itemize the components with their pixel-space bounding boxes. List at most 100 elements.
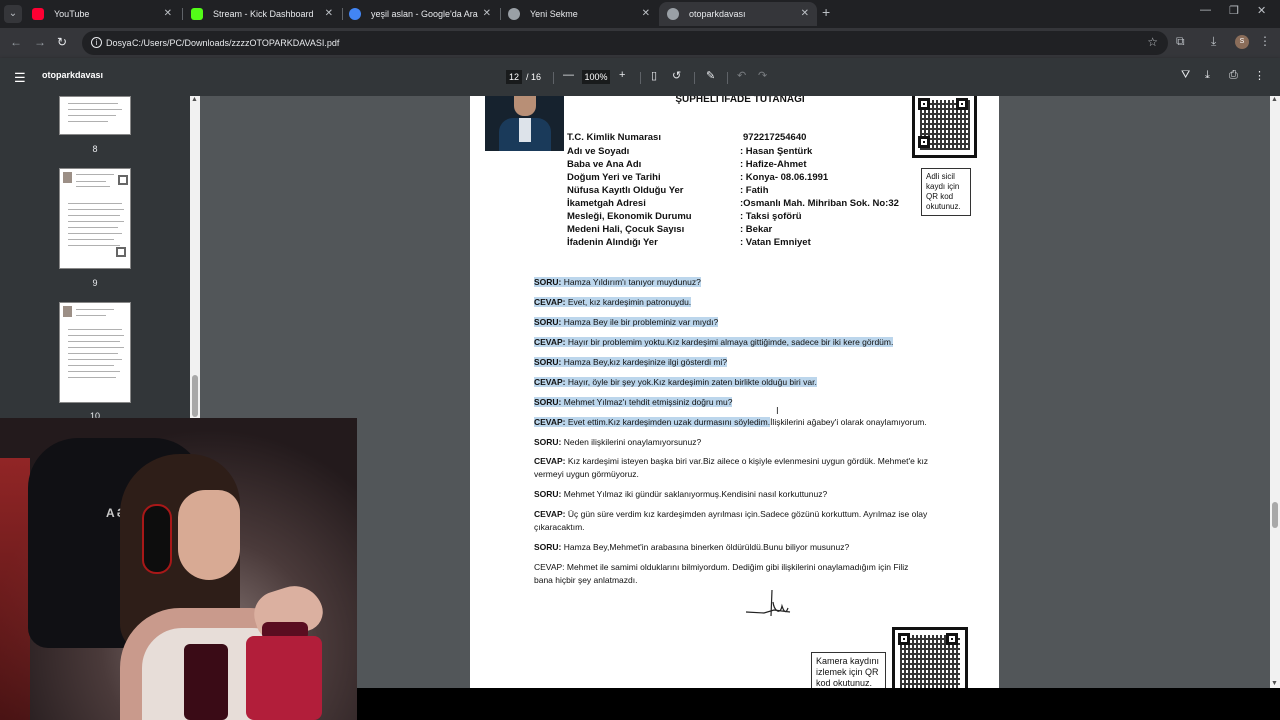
webcam-overlay: VEGA bbox=[0, 418, 357, 720]
qa-text: Hamza Bey,Mehmet'in arabasına binerken ö… bbox=[561, 542, 850, 552]
headphone-icon bbox=[142, 504, 172, 574]
close-icon[interactable]: ✕ bbox=[164, 2, 172, 26]
tab-google[interactable]: yeşil aslan - Google'da Ara ✕ bbox=[341, 2, 499, 26]
minimize-icon[interactable]: — bbox=[1200, 4, 1211, 16]
tab-title: otoparkdavası bbox=[689, 9, 746, 19]
qr-note-line: izlemek için QR bbox=[816, 667, 879, 677]
viewer-scrollbar[interactable] bbox=[1270, 96, 1280, 690]
address-bar[interactable]: i Dosya C:/Users/PC/Downloads/zzzzOTOPAR… bbox=[82, 31, 1168, 55]
site-info-chip[interactable]: i Dosya bbox=[88, 35, 138, 51]
qa-text: Mehmet Yılmaz iki gündür saklanıyormuş.K… bbox=[561, 489, 828, 499]
sidebar-scroll-thumb[interactable] bbox=[192, 375, 198, 417]
qa-tag: SORU: bbox=[534, 357, 562, 367]
thumbnail-page-10[interactable] bbox=[59, 302, 131, 403]
more-options-icon[interactable]: ⋮ bbox=[1254, 69, 1265, 82]
profile-avatar[interactable]: S bbox=[1235, 35, 1249, 49]
sidebar-menu-icon[interactable]: ☰ bbox=[14, 70, 26, 86]
menu-kebab-icon[interactable]: ⋮ bbox=[1259, 34, 1271, 48]
divider bbox=[553, 72, 554, 84]
tab-title: yeşil aslan - Google'da Ara bbox=[371, 9, 478, 19]
qa-text: Üç gün süre verdim kız kardeşimden ayrıl… bbox=[534, 509, 928, 532]
field-row: Adı ve Soyadı: Hasan Şentürk bbox=[567, 146, 987, 159]
tab-kick[interactable]: Stream - Kick Dashboard ✕ bbox=[183, 2, 341, 26]
thumbnail-label: 8 bbox=[92, 144, 98, 154]
reload-icon[interactable]: ↻ bbox=[57, 35, 67, 49]
url-text: C:/Users/PC/Downloads/zzzzOTOPARKDAVASI.… bbox=[132, 38, 340, 48]
save-drive-icon[interactable]: ⛛ bbox=[1181, 69, 1190, 82]
field-label: Adı ve Soyadı bbox=[567, 146, 630, 157]
field-value: : Taksi şoförü bbox=[740, 211, 802, 222]
document-heading: ŞÜPHELİ İFADE TUTANAĞI bbox=[675, 96, 805, 104]
rotate-icon[interactable]: ↺ bbox=[672, 69, 681, 82]
qa-tag: CEVAP: bbox=[534, 417, 566, 427]
field-label: Nüfusa Kayıtlı Olduğu Yer bbox=[567, 185, 684, 196]
field-row: Nüfusa Kayıtlı Olduğu Yer : Fatih bbox=[567, 185, 987, 198]
qa-line: SORU: Hamza Bey,kız kardeşinize ilgi gös… bbox=[534, 356, 929, 369]
qa-tag: CEVAP: bbox=[534, 297, 566, 307]
qa-text: Hayır bir problemim yoktu.Kız kardeşimi … bbox=[565, 337, 894, 347]
window-close-icon[interactable]: ✕ bbox=[1257, 4, 1266, 17]
qa-line: CEVAP: Kız kardeşimi isteyen başka biri … bbox=[534, 455, 929, 481]
bookmark-star-icon[interactable]: ☆ bbox=[1147, 35, 1158, 49]
text-cursor-icon: I bbox=[776, 406, 779, 417]
zoom-in-icon[interactable]: + bbox=[619, 69, 625, 81]
restore-icon[interactable]: ❐ bbox=[1229, 4, 1239, 17]
youtube-icon bbox=[32, 8, 44, 20]
tab-youtube[interactable]: YouTube ✕ bbox=[24, 2, 180, 26]
back-icon[interactable]: ← bbox=[10, 35, 22, 49]
water-bottle bbox=[246, 636, 322, 720]
viewer-scroll-thumb[interactable] bbox=[1272, 502, 1278, 528]
qr-note-line: Kamera kaydını bbox=[816, 656, 880, 666]
redo-icon[interactable]: ↷ bbox=[758, 69, 767, 82]
qa-tag: CEVAP: bbox=[534, 509, 566, 519]
field-row: Doğum Yeri ve Tarihi: Konya- 08.06.1991 bbox=[567, 172, 987, 185]
zoom-out-icon[interactable]: — bbox=[563, 69, 574, 81]
field-label: Medeni Hali, Çocuk Sayısı bbox=[567, 224, 685, 235]
field-value: :Osmanlı Mah. Mihriban Sok. No:32 bbox=[740, 198, 899, 209]
annotate-icon[interactable]: ✎ bbox=[706, 69, 715, 82]
scroll-down-arrow-icon[interactable]: ▼ bbox=[1271, 680, 1278, 687]
close-icon[interactable]: ✕ bbox=[483, 2, 491, 26]
pdf-page: ŞÜPHELİ İFADE TUTANAĞI Adli sicil kaydı … bbox=[470, 96, 999, 690]
qa-tag: CEVAP: bbox=[534, 337, 566, 347]
close-icon[interactable]: ✕ bbox=[801, 2, 809, 26]
tab-title: YouTube bbox=[54, 9, 90, 19]
close-icon[interactable]: ✕ bbox=[325, 2, 333, 26]
scroll-up-arrow-icon[interactable]: ▲ bbox=[191, 96, 198, 103]
qa-tag: CEVAP: bbox=[534, 377, 566, 387]
overlay-bar bbox=[357, 688, 1280, 720]
print-icon[interactable]: ⎙ bbox=[1229, 69, 1238, 82]
tab-strip: ⌄ YouTube ✕ Stream - Kick Dashboard ✕ ye… bbox=[0, 0, 1280, 28]
forward-icon[interactable]: → bbox=[34, 35, 46, 49]
scroll-up-arrow-icon[interactable]: ▲ bbox=[1271, 96, 1278, 103]
tab-otoparkdavasi[interactable]: otoparkdavası ✕ bbox=[659, 2, 817, 26]
page-number-input[interactable]: 12 bbox=[506, 70, 522, 84]
qa-line: SORU: Mehmet Yılmaz iki gündür saklanıyo… bbox=[534, 488, 929, 501]
google-icon bbox=[349, 8, 361, 20]
zoom-input[interactable]: 100% bbox=[582, 70, 610, 84]
qr-note-camera: Kamera kaydını izlemek için QR kod okutu… bbox=[811, 652, 886, 690]
thumbnail-page-8[interactable] bbox=[59, 96, 131, 135]
tab-search-button[interactable]: ⌄ bbox=[4, 5, 22, 23]
qa-line: CEVAP: Evet, kız kardeşimin patronuydu. bbox=[534, 296, 929, 309]
field-value: : Hafize-Ahmet bbox=[740, 159, 807, 170]
new-tab-button[interactable]: + bbox=[822, 4, 830, 20]
field-value: : Fatih bbox=[740, 185, 769, 196]
field-label: İfadenin Alındığı Yer bbox=[567, 237, 658, 248]
thumbnail-page-9[interactable] bbox=[59, 168, 131, 269]
download-icon[interactable]: ⤓ bbox=[1205, 69, 1210, 82]
fit-page-icon[interactable]: ▯ bbox=[651, 69, 657, 82]
qa-text: Kız kardeşimi isteyen başka biri var.Biz… bbox=[534, 456, 929, 479]
downloads-icon[interactable]: ⤓ bbox=[1211, 34, 1216, 49]
qa-text: Mehmet Yılmaz'ı tehdit etmişsiniz doğru … bbox=[561, 397, 733, 407]
close-icon[interactable]: ✕ bbox=[642, 2, 650, 26]
divider bbox=[727, 72, 728, 84]
extensions-icon[interactable]: ⧉ bbox=[1176, 34, 1185, 49]
qa-tag: SORU: bbox=[534, 397, 562, 407]
tab-new[interactable]: Yeni Sekme ✕ bbox=[500, 2, 658, 26]
qa-text: Evet, kız kardeşimin patronuydu. bbox=[565, 297, 692, 307]
streamer-face bbox=[178, 490, 240, 580]
undo-icon[interactable]: ↶ bbox=[737, 69, 746, 82]
field-value: : Vatan Emniyet bbox=[740, 237, 811, 248]
kick-icon bbox=[191, 8, 203, 20]
